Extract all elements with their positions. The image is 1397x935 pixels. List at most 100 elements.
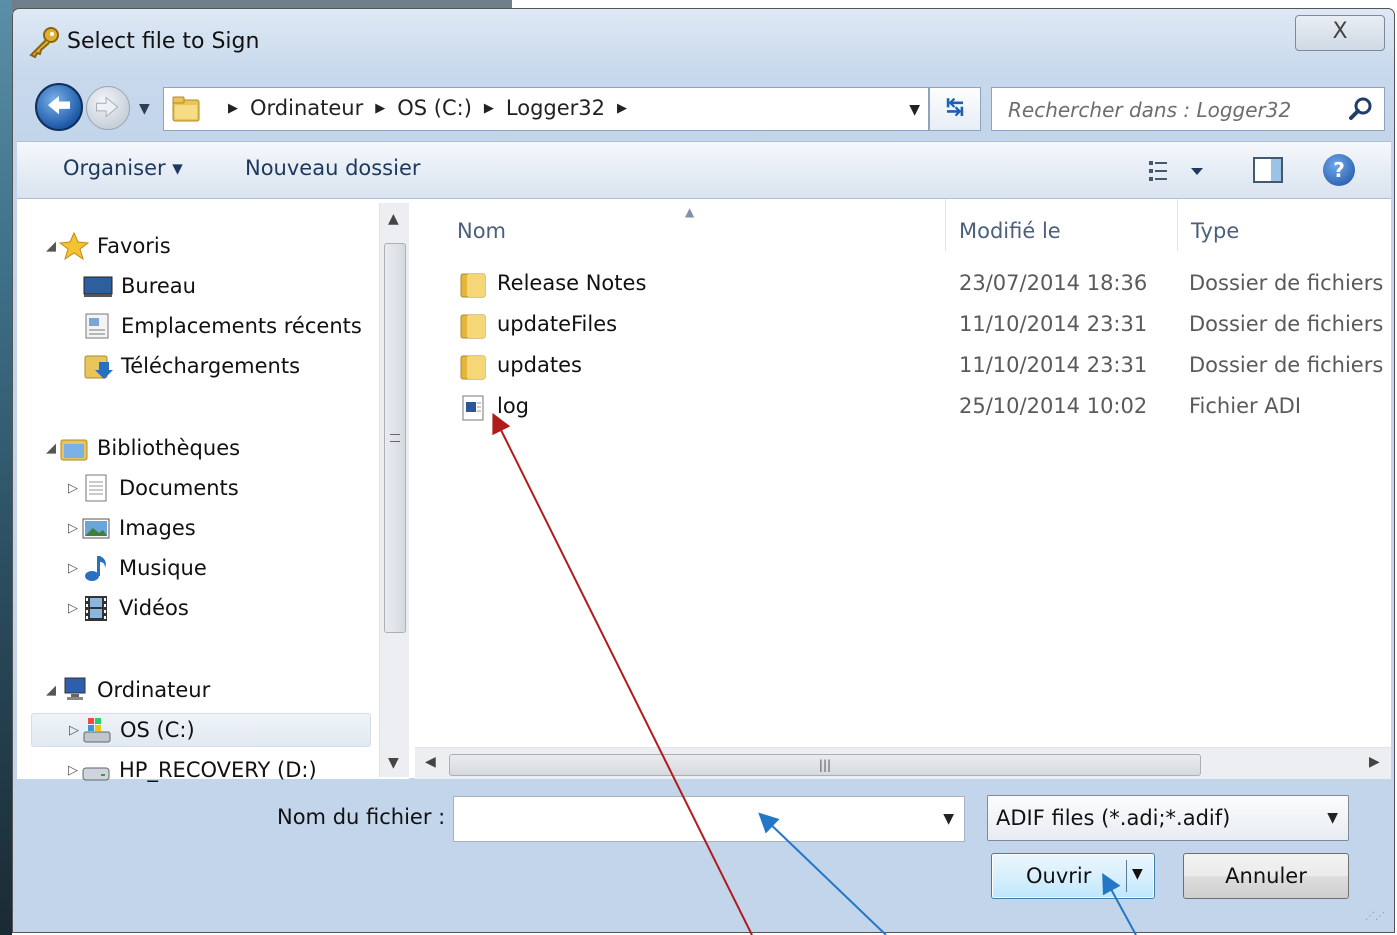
- breadcrumb-arrow-icon[interactable]: ▶: [375, 101, 385, 116]
- nav-label: Emplacements récents: [121, 314, 362, 338]
- address-bar[interactable]: ▶ Ordinateur ▶ OS (C:) ▶ Logger32 ▶ ▼: [163, 87, 929, 131]
- collapse-triangle-icon[interactable]: ◢: [43, 239, 59, 254]
- nav-favorites[interactable]: ◢ Favoris: [43, 229, 171, 263]
- file-date: 23/07/2014 18:36: [959, 271, 1148, 295]
- scroll-up-icon[interactable]: ▲: [388, 211, 399, 227]
- chevron-down-icon[interactable]: ▼: [1327, 810, 1338, 826]
- help-icon[interactable]: ?: [1323, 154, 1355, 186]
- nav-item-images[interactable]: ▷ Images: [65, 511, 196, 545]
- back-arrow-icon: [48, 96, 70, 115]
- nav-item-hp-recovery[interactable]: ▷ HP_RECOVERY (D:): [65, 753, 317, 787]
- nav-computer[interactable]: ◢ Ordinateur: [43, 673, 210, 707]
- breadcrumb-item[interactable]: OS (C:): [397, 96, 472, 120]
- open-options-dropdown-icon[interactable]: ▼: [1132, 866, 1143, 882]
- file-row[interactable]: Release Notes 23/07/2014 18:36 Dossier d…: [415, 265, 1391, 303]
- refresh-button[interactable]: ↹: [929, 87, 981, 131]
- downloads-folder-icon: [84, 355, 113, 379]
- split-divider: [1126, 860, 1127, 892]
- desktop-icon: [83, 276, 113, 297]
- close-button[interactable]: X: [1295, 15, 1385, 51]
- nav-libraries[interactable]: ◢ Bibliothèques: [43, 431, 240, 465]
- scrollbar-thumb[interactable]: [384, 243, 406, 633]
- column-divider[interactable]: [1177, 199, 1178, 251]
- nav-item-music[interactable]: ▷ Musique: [65, 551, 207, 585]
- expand-triangle-icon[interactable]: ▷: [65, 763, 81, 778]
- breadcrumb: ▶ Ordinateur ▶ OS (C:) ▶ Logger32 ▶: [216, 96, 639, 120]
- file-type-filter[interactable]: ADIF files (*.adi;*.adif) ▼: [987, 795, 1349, 841]
- column-header-type[interactable]: Type: [1191, 219, 1239, 243]
- collapse-triangle-icon[interactable]: ◢: [43, 683, 59, 698]
- breadcrumb-arrow-icon[interactable]: ▶: [484, 101, 494, 116]
- column-header-name[interactable]: Nom: [457, 219, 506, 243]
- organize-menu[interactable]: Organiser ▾: [63, 156, 183, 180]
- search-input[interactable]: Rechercher dans : Logger32: [1008, 98, 1291, 122]
- content-area: ◢ Favoris Bureau Emplacements récents Té…: [17, 199, 1391, 782]
- file-row[interactable]: updateFiles 11/10/2014 23:31 Dossier de …: [415, 306, 1391, 344]
- breadcrumb-item[interactable]: Logger32: [506, 96, 605, 120]
- nav-item-recent-places[interactable]: Emplacements récents: [83, 309, 362, 343]
- scroll-left-icon[interactable]: ◀: [425, 754, 436, 770]
- search-icon[interactable]: [1348, 96, 1374, 122]
- scroll-right-icon[interactable]: ▶: [1369, 754, 1380, 770]
- nav-label: Documents: [119, 476, 239, 500]
- recent-places-icon: [85, 313, 109, 339]
- column-header-modified[interactable]: Modifié le: [959, 219, 1061, 243]
- nav-item-downloads[interactable]: Téléchargements: [83, 349, 300, 383]
- background-desktop: [0, 0, 12, 935]
- preview-pane-icon[interactable]: [1253, 156, 1283, 184]
- cancel-button[interactable]: Annuler: [1183, 853, 1349, 899]
- file-date: 11/10/2014 23:31: [959, 312, 1148, 336]
- scroll-down-icon[interactable]: ▼: [388, 755, 399, 771]
- new-folder-button[interactable]: Nouveau dossier: [245, 156, 421, 180]
- sort-ascending-icon: ▲: [685, 205, 695, 219]
- search-box[interactable]: Rechercher dans : Logger32: [991, 87, 1385, 131]
- recent-pages-dropdown[interactable]: ▼: [139, 101, 150, 117]
- nav-label: Bibliothèques: [97, 436, 241, 460]
- expand-triangle-icon[interactable]: ▷: [65, 481, 81, 496]
- cancel-button-label: Annuler: [1225, 864, 1307, 888]
- filename-label: Nom du fichier :: [277, 805, 446, 829]
- title-bar: Select file to Sign X: [13, 9, 1394, 75]
- scrollbar-thumb[interactable]: |||: [449, 754, 1201, 776]
- refresh-icon: ↹: [945, 95, 965, 120]
- expand-triangle-icon[interactable]: ▷: [65, 601, 81, 616]
- view-options-icon[interactable]: [1147, 158, 1207, 184]
- document-icon: [462, 395, 484, 421]
- file-date: 11/10/2014 23:31: [959, 353, 1148, 377]
- nav-scrollbar[interactable]: ▲ ▼: [379, 203, 409, 777]
- nav-label: Images: [119, 516, 196, 540]
- file-row[interactable]: log 25/10/2014 10:02 Fichier ADI: [415, 388, 1391, 426]
- file-type: Dossier de fichiers: [1189, 353, 1384, 377]
- forward-button[interactable]: [86, 86, 130, 130]
- nav-item-documents[interactable]: ▷ Documents: [65, 471, 239, 505]
- collapse-triangle-icon[interactable]: ◢: [43, 441, 59, 456]
- grip-lines-icon: |||: [818, 758, 832, 772]
- drive-icon: [82, 767, 110, 781]
- filename-dropdown-icon[interactable]: ▼: [943, 811, 954, 827]
- forward-arrow-icon: [96, 96, 119, 118]
- nav-item-videos[interactable]: ▷ Vidéos: [65, 591, 189, 625]
- grip-lines-icon: [390, 434, 400, 442]
- breadcrumb-arrow-icon[interactable]: ▶: [617, 101, 627, 116]
- key-icon: [29, 27, 59, 59]
- expand-triangle-icon[interactable]: ▷: [65, 561, 81, 576]
- open-button[interactable]: Ouvrir ▼: [991, 853, 1155, 899]
- back-button[interactable]: [35, 83, 83, 131]
- system-drive-icon: [83, 718, 111, 743]
- breadcrumb-item[interactable]: Ordinateur: [250, 96, 363, 120]
- column-divider[interactable]: [945, 199, 946, 251]
- file-list-scrollbar[interactable]: ◀ ||| ▶: [415, 747, 1391, 779]
- nav-label: HP_RECOVERY (D:): [119, 758, 317, 782]
- address-dropdown-icon[interactable]: ▼: [909, 102, 920, 118]
- expand-triangle-icon[interactable]: ▷: [65, 521, 81, 536]
- nav-label: Favoris: [97, 234, 171, 258]
- documents-icon: [85, 474, 107, 502]
- nav-item-bureau[interactable]: Bureau: [83, 269, 196, 303]
- resize-grip-icon[interactable]: ⋰⋰: [1365, 911, 1385, 922]
- filename-field[interactable]: ▼: [453, 796, 965, 842]
- breadcrumb-arrow-icon[interactable]: ▶: [228, 101, 238, 116]
- expand-triangle-icon[interactable]: ▷: [66, 723, 82, 738]
- file-row[interactable]: updates 11/10/2014 23:31 Dossier de fich…: [415, 347, 1391, 385]
- nav-item-os-c[interactable]: ▷ OS (C:): [31, 713, 371, 747]
- star-icon: [59, 232, 89, 260]
